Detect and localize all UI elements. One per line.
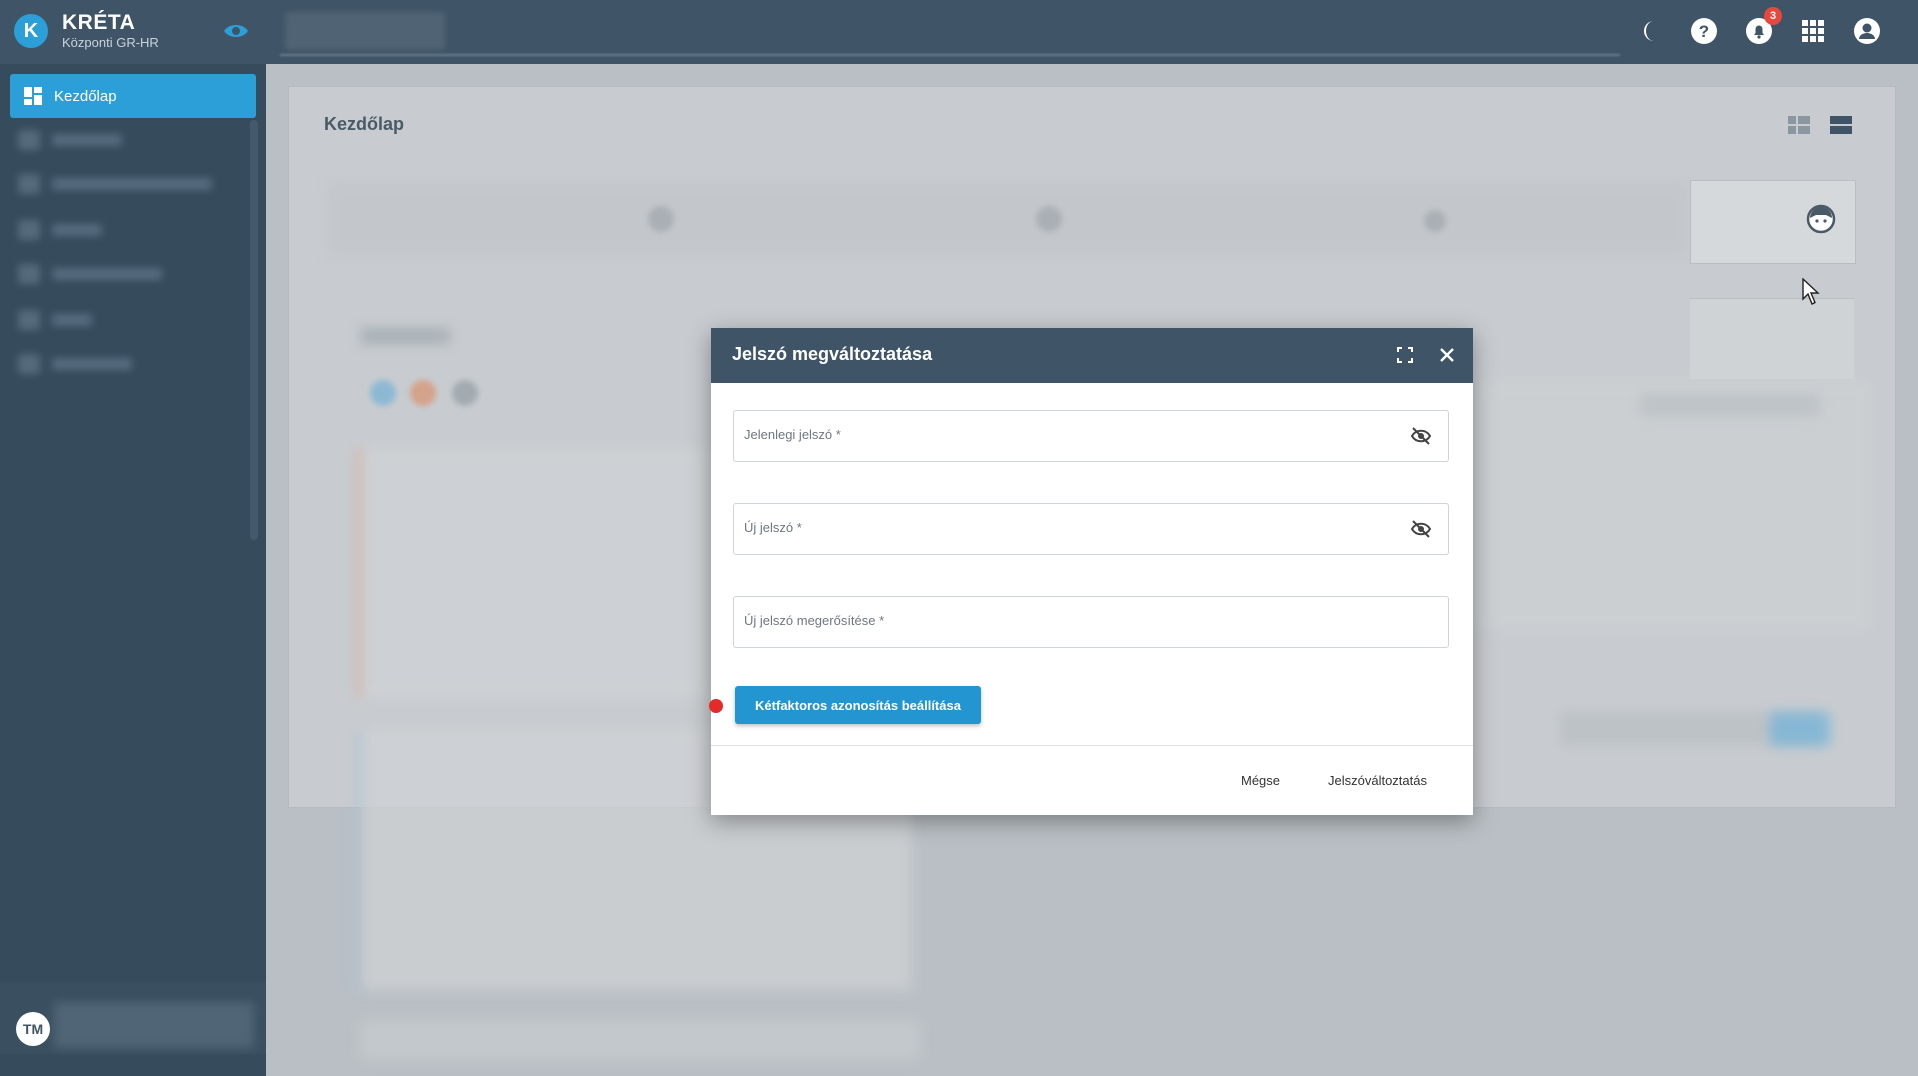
blurred-panel bbox=[1470, 380, 1870, 630]
apps-grid-icon[interactable] bbox=[1798, 16, 1828, 46]
blurred-icon bbox=[370, 380, 396, 406]
dialog-title: Jelszó megváltoztatása bbox=[732, 344, 933, 364]
blurred-icon bbox=[410, 380, 436, 406]
confirm-password-field[interactable]: Új jelszó megerősítése * bbox=[733, 596, 1449, 648]
app-title: KRÉTA bbox=[62, 11, 136, 34]
blurred-card bbox=[360, 1020, 920, 1060]
sidebar-scrollbar[interactable] bbox=[250, 120, 258, 540]
confirm-password-label: Új jelszó megerősítése * bbox=[744, 613, 885, 628]
dashboard-icon bbox=[24, 87, 42, 105]
close-icon[interactable] bbox=[1435, 343, 1459, 367]
blurred-summary-row bbox=[328, 182, 1688, 256]
new-password-field[interactable]: Új jelszó * bbox=[733, 503, 1449, 555]
profile-card-lower bbox=[1690, 298, 1854, 379]
sidebar-item-blurred[interactable] bbox=[18, 264, 218, 284]
sidebar-item-label: Kezdőlap bbox=[54, 87, 117, 105]
blurred-icon bbox=[452, 380, 478, 406]
blurred-label bbox=[360, 328, 450, 344]
app-subtitle: Központi GR-HR bbox=[62, 35, 159, 50]
blurred-icon bbox=[1424, 210, 1446, 232]
blurred-card bbox=[356, 448, 712, 698]
kreta-logo[interactable]: K bbox=[14, 14, 48, 48]
dialog-footer-divider bbox=[711, 745, 1473, 746]
eye-off-icon[interactable] bbox=[1410, 519, 1432, 539]
sidebar-item-blurred[interactable] bbox=[18, 354, 218, 374]
change-password-dialog: Jelszó megváltoztatása Jelenlegi jelszó … bbox=[709, 328, 1473, 815]
account-icon[interactable] bbox=[1852, 16, 1882, 46]
help-icon[interactable]: ? bbox=[1689, 16, 1719, 46]
moon-icon[interactable] bbox=[1636, 16, 1666, 46]
new-password-label: Új jelszó * bbox=[744, 520, 802, 535]
top-bar: K KRÉTA Központi GR-HR ? 3 bbox=[0, 0, 1918, 64]
notification-badge: 3 bbox=[1764, 7, 1782, 25]
eye-off-icon[interactable] bbox=[1410, 426, 1432, 446]
two-factor-setup-button[interactable]: Kétfaktoros azonosítás beállítása bbox=[735, 686, 981, 724]
blurred-header-field bbox=[285, 12, 445, 50]
avatar[interactable]: TM bbox=[16, 1012, 50, 1046]
blurred-icon bbox=[648, 206, 674, 232]
recording-indicator-dot bbox=[709, 699, 723, 713]
maximize-icon[interactable] bbox=[1393, 343, 1417, 367]
grid-view-icon[interactable] bbox=[1788, 116, 1810, 134]
mouse-cursor-icon bbox=[1802, 278, 1820, 305]
change-password-button[interactable]: Jelszóváltoztatás bbox=[1328, 773, 1427, 788]
page-title: Kezdőlap bbox=[324, 114, 405, 134]
current-password-field[interactable]: Jelenlegi jelszó * bbox=[733, 410, 1449, 462]
header-divider bbox=[280, 54, 1620, 56]
cancel-button[interactable]: Mégse bbox=[1241, 773, 1280, 788]
blurred-field bbox=[1640, 394, 1820, 416]
user-name-blurred bbox=[54, 1002, 254, 1048]
face-icon[interactable] bbox=[1806, 204, 1836, 234]
current-password-label: Jelenlegi jelszó * bbox=[744, 427, 841, 442]
svg-text:?: ? bbox=[1699, 22, 1709, 41]
sidebar-item-blurred[interactable] bbox=[18, 174, 218, 194]
sidebar-item-blurred[interactable] bbox=[18, 130, 218, 150]
sidebar-item-blurred[interactable] bbox=[18, 310, 218, 330]
sidebar: Kezdőlap bbox=[0, 64, 266, 1076]
blurred-icon bbox=[1036, 206, 1062, 232]
sidebar-item-kezdolap[interactable]: Kezdőlap bbox=[10, 74, 256, 118]
blurred-button bbox=[1770, 712, 1830, 746]
list-view-icon[interactable] bbox=[1830, 116, 1852, 134]
dialog-header: Jelszó megváltoztatása bbox=[711, 328, 1473, 383]
sidebar-item-blurred[interactable] bbox=[18, 220, 218, 240]
eye-icon[interactable] bbox=[223, 22, 249, 40]
